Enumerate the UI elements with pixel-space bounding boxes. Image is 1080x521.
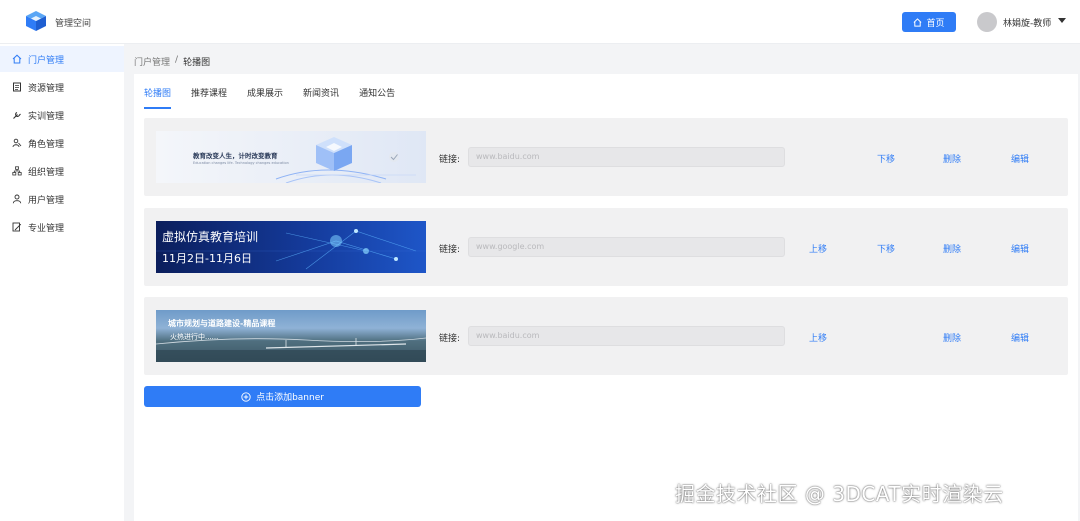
link-input[interactable]: www.google.com (468, 237, 785, 257)
banner-image-subtitle: 11月2日-11月6日 (162, 252, 252, 265)
user-menu-caret-icon[interactable] (1058, 18, 1066, 23)
add-banner-label: 点击添加banner (256, 393, 324, 403)
banner-image: 虚拟仿真教育培训 11月2日-11月6日 (156, 221, 426, 273)
home-button-label: 首页 (926, 18, 945, 29)
delete-button[interactable]: 删除 (943, 152, 961, 165)
edit-button[interactable]: 编辑 (1011, 331, 1029, 344)
banner-image-title: 教育改变人生，计时改变教育 (193, 152, 278, 160)
avatar[interactable] (977, 12, 997, 32)
watermark: 掘金技术社区 @ 3DCAT实时渲染云 (675, 482, 1004, 506)
breadcrumb-current: 轮播图 (183, 58, 211, 68)
sidebar-item-label: 资源管理 (28, 83, 65, 94)
plus-circle-icon (241, 391, 251, 402)
org-tree-icon (12, 166, 22, 176)
banner-image: 教育改变人生，计时改变教育 Education changes life. Te… (156, 131, 426, 183)
sidebar-item-resources[interactable]: 资源管理 (0, 74, 124, 100)
banner-row: 教育改变人生，计时改变教育 Education changes life. Te… (144, 118, 1068, 196)
add-banner-button[interactable]: 点击添加banner (144, 386, 421, 407)
tab-announcements[interactable]: 通知公告 (349, 87, 405, 109)
role-icon (12, 138, 22, 148)
sidebar: 门户管理 资源管理 实训管理 角色管理 组织管理 用户管理 专业管理 (0, 44, 124, 521)
move-down-button[interactable]: 下移 (877, 242, 895, 255)
sidebar-item-label: 用户管理 (28, 195, 65, 206)
breadcrumb: 门户管理 / 轮播图 (134, 55, 210, 68)
banner-image-subtitle: Education changes life. Technology chang… (193, 161, 289, 165)
link-label: 链接: (439, 155, 461, 165)
banner-image-title: 虚拟仿真教育培训 (162, 230, 259, 244)
link-label: 链接: (439, 334, 461, 344)
tab-carousel[interactable]: 轮播图 (144, 87, 181, 109)
sidebar-item-label: 门户管理 (28, 55, 65, 66)
delete-button[interactable]: 删除 (943, 242, 961, 255)
sidebar-item-label: 实训管理 (28, 111, 65, 122)
app-title: 管理空间 (55, 19, 92, 29)
sidebar-item-roles[interactable]: 角色管理 (0, 130, 124, 156)
sidebar-item-training[interactable]: 实训管理 (0, 102, 124, 128)
move-down-button[interactable]: 下移 (877, 152, 895, 165)
banner-image-subtitle: 火热进行中...... (170, 333, 219, 341)
sidebar-item-label: 专业管理 (28, 223, 65, 234)
sidebar-item-majors[interactable]: 专业管理 (0, 214, 124, 240)
content-panel: 轮播图 推荐课程 成果展示 新闻资讯 通知公告 教育改变人生，计时改变教育 Ed… (134, 74, 1078, 521)
move-up-button[interactable]: 上移 (809, 331, 827, 344)
user-icon (12, 194, 22, 204)
delete-button[interactable]: 删除 (943, 331, 961, 344)
sidebar-item-users[interactable]: 用户管理 (0, 186, 124, 212)
tab-achievements[interactable]: 成果展示 (237, 87, 293, 109)
banner-row: 虚拟仿真教育培训 11月2日-11月6日 链接: www.google.com … (144, 208, 1068, 286)
document-list-icon (13, 82, 21, 92)
home-icon (914, 17, 922, 27)
move-up-button[interactable]: 上移 (809, 242, 827, 255)
tab-news[interactable]: 新闻资讯 (293, 87, 349, 109)
edit-button[interactable]: 编辑 (1011, 242, 1029, 255)
banner-image-title: 城市规划与道路建设-精品课程 (168, 319, 276, 328)
tab-recommended-courses[interactable]: 推荐课程 (181, 87, 237, 109)
app-logo-icon[interactable] (25, 10, 47, 32)
link-input[interactable]: www.baidu.com (468, 147, 785, 167)
user-name[interactable]: 林娟旋-教师 (1003, 16, 1051, 29)
link-label: 链接: (439, 245, 461, 255)
sidebar-item-label: 角色管理 (28, 139, 65, 150)
link-input[interactable]: www.baidu.com (468, 326, 785, 346)
breadcrumb-parent[interactable]: 门户管理 (134, 55, 170, 68)
tab-bar: 轮播图 推荐课程 成果展示 新闻资讯 通知公告 (144, 87, 405, 109)
wrench-icon (13, 111, 21, 119)
sidebar-item-portal[interactable]: 门户管理 (0, 46, 124, 72)
banner-row: 城市规划与道路建设-精品课程 火热进行中...... 链接: www.baidu… (144, 297, 1068, 375)
breadcrumb-separator: / (175, 55, 179, 65)
edit-document-icon (12, 222, 22, 232)
banner-image: 城市规划与道路建设-精品课程 火热进行中...... (156, 310, 426, 362)
home-button[interactable]: 首页 (902, 12, 956, 32)
sidebar-item-organization[interactable]: 组织管理 (0, 158, 124, 184)
top-header: 管理空间 首页 林娟旋-教师 (0, 0, 1080, 44)
home-icon (12, 54, 22, 64)
sidebar-item-label: 组织管理 (28, 167, 65, 178)
edit-button[interactable]: 编辑 (1011, 152, 1029, 165)
